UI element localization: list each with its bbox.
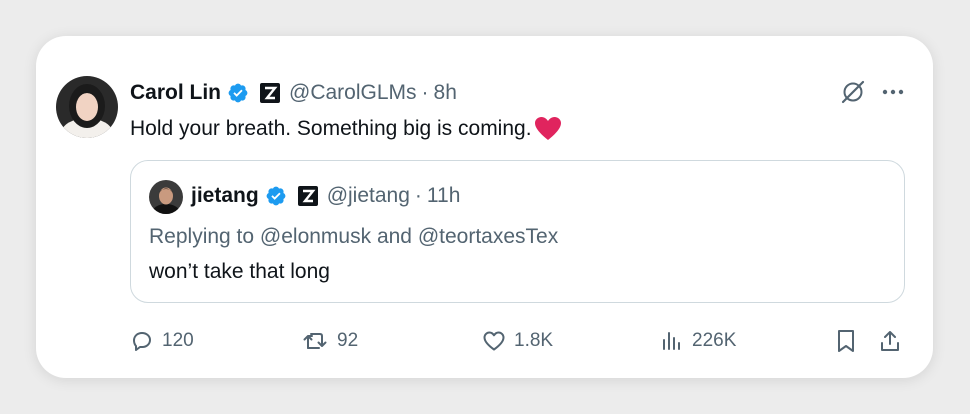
action-bar: 120 92 1.8K 226K <box>130 326 905 356</box>
mention-link[interactable]: @teortaxesTex <box>418 225 558 248</box>
grok-icon[interactable] <box>839 78 867 106</box>
tweet-time[interactable]: 8h <box>434 81 457 105</box>
bookmark-icon <box>838 330 854 352</box>
author-name[interactable]: Carol Lin <box>130 81 221 105</box>
like-count: 1.8K <box>514 330 554 351</box>
z-logo-icon <box>259 82 281 104</box>
like-icon <box>483 331 505 351</box>
quote-header: jietang @jietang · 11h <box>191 183 460 209</box>
tweet-header: Carol Lin @CarolGLMs · 8h <box>130 80 457 106</box>
replying-prefix: Replying to <box>149 225 255 248</box>
retweet-button[interactable]: 92 <box>303 326 358 356</box>
verified-badge-icon <box>265 185 287 207</box>
replying-and: and <box>376 225 412 248</box>
author-handle[interactable]: @CarolGLMs <box>289 81 417 105</box>
bookmark-button[interactable] <box>834 326 866 356</box>
views-button[interactable]: 226K <box>660 326 736 356</box>
share-button[interactable] <box>878 326 910 356</box>
retweet-count: 92 <box>337 330 359 351</box>
quote-author-name[interactable]: jietang <box>191 184 259 208</box>
mention-link[interactable]: @elonmusk <box>260 225 371 248</box>
quote-author-avatar[interactable] <box>149 180 183 214</box>
quote-text: won’t take that long <box>149 260 330 283</box>
author-avatar[interactable] <box>56 76 118 138</box>
reply-icon <box>133 332 151 351</box>
tweet-body: Hold your breath. Something big is comin… <box>130 116 562 142</box>
tweet-card[interactable]: Carol Lin @CarolGLMs · 8h Hold your brea… <box>36 36 933 378</box>
quote-time[interactable]: 11h <box>427 184 460 208</box>
replying-to-line: Replying to @elonmusk and @teortaxesTex <box>149 225 558 249</box>
like-button[interactable]: 1.8K <box>482 326 553 356</box>
views-count: 226K <box>692 330 737 351</box>
reply-button[interactable]: 120 <box>130 326 194 356</box>
verified-badge-icon <box>227 82 249 104</box>
separator-dot: · <box>421 81 429 104</box>
tweet-text: Hold your breath. Something big is comin… <box>130 117 532 140</box>
more-options-icon[interactable] <box>879 78 907 106</box>
quote-author-handle[interactable]: @jietang <box>327 184 410 208</box>
z-logo-icon <box>297 185 319 207</box>
views-icon <box>663 332 680 350</box>
retweet-icon <box>303 333 327 349</box>
share-icon <box>881 331 899 351</box>
quoted-tweet[interactable]: jietang @jietang · 11h Replying to @elon… <box>130 160 905 303</box>
reply-count: 120 <box>162 330 194 351</box>
separator-dot: · <box>414 184 422 207</box>
heart-emoji-icon <box>534 116 562 142</box>
